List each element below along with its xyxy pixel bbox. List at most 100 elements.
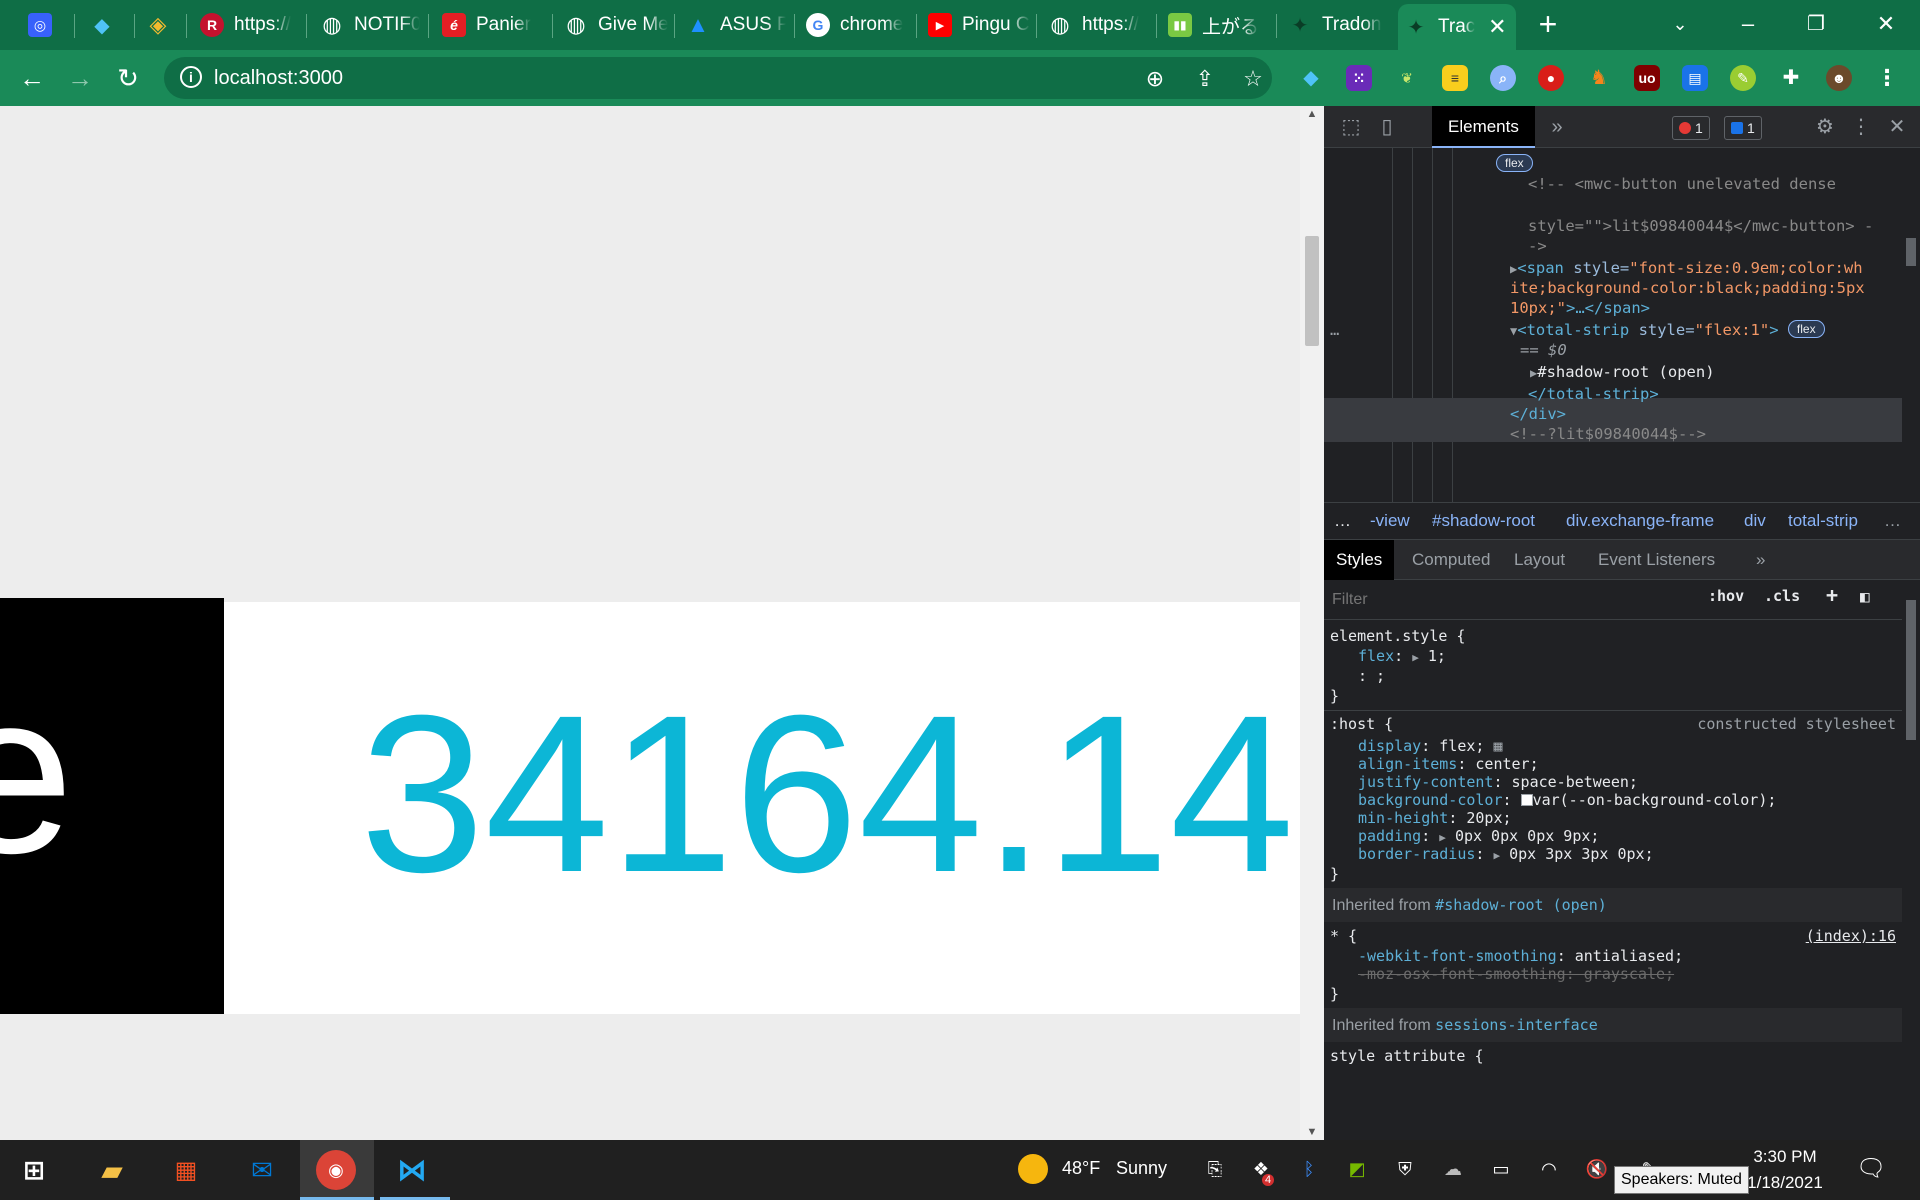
dom-close-tag[interactable]: </div> xyxy=(1510,404,1566,424)
tab-10[interactable]: ◍ https:// xyxy=(1048,8,1148,42)
device-toggle-icon[interactable]: ▯ xyxy=(1374,114,1400,140)
tab-search-button[interactable]: ⌄ xyxy=(1650,6,1710,42)
chrome-icon[interactable]: ◉ xyxy=(316,1150,356,1190)
rule-selector[interactable]: :host { xyxy=(1330,714,1393,734)
restore-button[interactable]: ❐ xyxy=(1786,6,1846,42)
address-bar[interactable]: i localhost:3000 ⊕ ⇪ ☆ xyxy=(164,57,1272,99)
dom-comment-line[interactable]: style="">lit$09840044$</mwc-button> - xyxy=(1528,216,1873,236)
tab-computed[interactable]: Computed xyxy=(1400,540,1502,580)
style-property[interactable]: flex: ▶ 1; xyxy=(1358,646,1446,668)
styles-scrollbar[interactable] xyxy=(1902,580,1920,1140)
inherited-link[interactable]: #shadow-root (open) xyxy=(1435,896,1607,914)
more-tabs-icon[interactable]: » xyxy=(1544,114,1570,140)
gem-extension-icon[interactable]: ◆ xyxy=(1298,65,1324,91)
style-property[interactable]: justify-content: space-between; xyxy=(1358,772,1638,792)
leaf-extension-icon[interactable]: ❦ xyxy=(1394,65,1420,91)
breadcrumb-item[interactable]: div xyxy=(1744,503,1766,539)
style-property-edit[interactable]: : ; xyxy=(1358,666,1385,686)
weather-text[interactable]: Sunny xyxy=(1116,1158,1167,1179)
profile-avatar[interactable]: ☻ xyxy=(1826,65,1852,91)
speaker-muted-icon[interactable]: 🔇 xyxy=(1584,1156,1610,1182)
bluetooth-icon[interactable]: ᛒ xyxy=(1296,1156,1322,1182)
dom-close-tag[interactable]: </total-strip> xyxy=(1528,384,1659,404)
dom-comment-line[interactable]: <!-- <mwc-button unelevated dense xyxy=(1528,174,1836,194)
tab-1[interactable]: ◆ xyxy=(90,8,130,42)
record-extension-icon[interactable]: ● xyxy=(1538,65,1564,91)
nvidia-icon[interactable]: ◩ xyxy=(1344,1156,1370,1182)
tab-12[interactable]: ✦ Tradon xyxy=(1288,8,1398,42)
notes-extension-icon[interactable]: ≡ xyxy=(1442,65,1468,91)
new-tab-button[interactable]: + xyxy=(1530,6,1566,42)
devtools-menu-icon[interactable]: ⋮ xyxy=(1848,114,1874,140)
settings-gear-icon[interactable]: ⚙ xyxy=(1812,114,1838,140)
weather-temp[interactable]: 48°F xyxy=(1062,1158,1100,1179)
reload-button[interactable]: ↻ xyxy=(110,60,146,96)
message-badge[interactable]: 1 xyxy=(1724,116,1762,140)
tab-5[interactable]: é Panier xyxy=(442,8,550,42)
search-extension-icon[interactable]: ⌕ xyxy=(1490,65,1516,91)
scroll-up-icon[interactable]: ▲ xyxy=(1300,108,1324,120)
tab-6[interactable]: ◍ Give Me xyxy=(564,8,668,42)
dom-node-total-strip[interactable]: ▼<total-strip style="flex:1"> flex xyxy=(1510,320,1825,341)
weather-sun-icon[interactable] xyxy=(1018,1154,1048,1184)
meet-now-icon[interactable]: ⎘ xyxy=(1202,1156,1228,1182)
back-button[interactable]: ← xyxy=(14,60,50,96)
wifi-icon[interactable]: ◠ xyxy=(1536,1156,1562,1182)
tab-13-active[interactable]: ✦ Trac ✕ xyxy=(1398,4,1516,50)
new-rule-icon[interactable]: + xyxy=(1826,583,1838,607)
share-icon[interactable]: ⇪ xyxy=(1192,66,1218,92)
mail-icon[interactable]: ✉ xyxy=(242,1150,282,1190)
doc-extension-icon[interactable]: ▤ xyxy=(1682,65,1708,91)
tab-0[interactable]: ◎ xyxy=(28,8,68,42)
style-property[interactable]: -webkit-font-smoothing: antialiased; xyxy=(1358,946,1683,966)
close-tab-icon[interactable]: ✕ xyxy=(1485,14,1509,40)
flex-badge[interactable]: flex xyxy=(1496,154,1533,172)
breadcrumb-item[interactable]: #shadow-root xyxy=(1432,503,1535,539)
windows-start-icon[interactable]: ⊞ xyxy=(14,1150,54,1190)
breadcrumb-item[interactable]: div.exchange-frame xyxy=(1566,503,1714,539)
dom-comment-line[interactable]: <!--?lit$09840044$--> xyxy=(1510,424,1706,444)
more-subtabs-icon[interactable]: » xyxy=(1744,540,1777,580)
dom-node-span[interactable]: ▶<span style="font-size:0.9em;color:wh xyxy=(1510,258,1863,279)
dom-node-shadow-root[interactable]: ▶#shadow-root (open) xyxy=(1530,362,1715,383)
metamask-icon[interactable]: ♞ xyxy=(1586,65,1612,91)
battery-icon[interactable]: ▭ xyxy=(1488,1156,1514,1182)
close-window-button[interactable]: ✕ xyxy=(1856,6,1916,42)
breadcrumb-item-current[interactable]: total-strip xyxy=(1788,503,1858,539)
dom-scroll-thumb[interactable] xyxy=(1906,238,1916,266)
green-extension-icon[interactable]: ✎ xyxy=(1730,65,1756,91)
tab-3[interactable]: R https:// xyxy=(200,8,300,42)
forward-button[interactable]: → xyxy=(62,60,98,96)
rule-selector[interactable]: element.style { xyxy=(1330,626,1465,646)
rule-selector[interactable]: style attribute { xyxy=(1330,1046,1484,1066)
style-property[interactable]: border-radius: ▶ 0px 3px 3px 0px; xyxy=(1358,844,1654,866)
tab-11[interactable]: ▮▮ 上がる xyxy=(1168,8,1268,42)
clock[interactable]: 3:30 PM 1/18/2021 xyxy=(1740,1144,1830,1196)
dom-comment-line[interactable]: -> xyxy=(1528,236,1547,256)
breadcrumb-more-icon[interactable]: … xyxy=(1884,503,1901,539)
flex-badge[interactable]: flex xyxy=(1787,320,1825,338)
rule-source-link[interactable]: (index):16 xyxy=(1806,926,1896,946)
style-property[interactable]: background-color: var(--on-background-co… xyxy=(1358,790,1776,810)
tab-event-listeners[interactable]: Event Listeners xyxy=(1586,540,1727,580)
close-devtools-icon[interactable]: ✕ xyxy=(1884,114,1910,140)
hov-toggle[interactable]: :hov xyxy=(1708,587,1744,605)
flex-editor-icon[interactable]: ▦ xyxy=(1493,737,1502,755)
tab-4[interactable]: ◍ NOTIF0 xyxy=(320,8,420,42)
tab-9[interactable]: ▶ Pingu C xyxy=(928,8,1030,42)
tab-elements[interactable]: Elements xyxy=(1432,106,1535,148)
breadcrumb-item[interactable]: -view xyxy=(1370,503,1410,539)
vscode-icon[interactable]: ⋈ xyxy=(392,1150,432,1190)
inspect-element-icon[interactable]: ⬚ xyxy=(1338,114,1364,140)
zoom-icon[interactable]: ⊕ xyxy=(1142,66,1168,92)
styles-scroll-thumb[interactable] xyxy=(1906,600,1916,740)
tab-styles[interactable]: Styles xyxy=(1324,540,1395,580)
style-property[interactable]: align-items: center; xyxy=(1358,754,1539,774)
sidebar-toggle-icon[interactable]: ◧ xyxy=(1860,587,1870,606)
error-badge[interactable]: 1 xyxy=(1672,116,1710,140)
address-url[interactable]: localhost:3000 xyxy=(214,67,343,90)
onedrive-icon[interactable]: ☁ xyxy=(1440,1156,1466,1182)
tab-8[interactable]: G chrome xyxy=(806,8,910,42)
cls-toggle[interactable]: .cls xyxy=(1764,587,1800,605)
dots-extension-icon[interactable]: ⁙ xyxy=(1346,65,1372,91)
